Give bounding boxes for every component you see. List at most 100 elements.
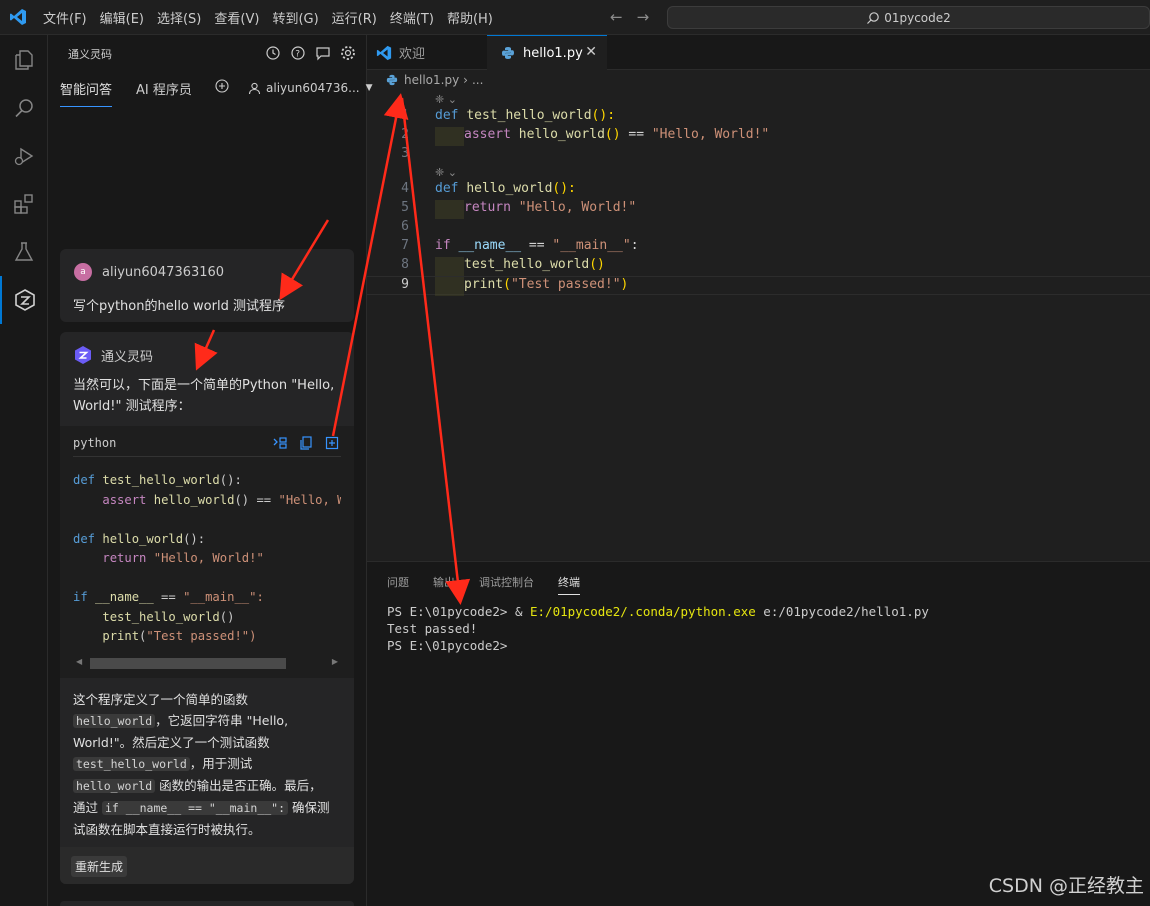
tab-smart-qa[interactable]: 智能问答 xyxy=(60,79,113,107)
history-icon[interactable] xyxy=(264,44,282,62)
snippet-line: def test_hello_world(): xyxy=(73,471,341,491)
user-message-text: 写个python的hello world 测试程序 xyxy=(73,299,285,314)
breadcrumb: hello1.py › ... xyxy=(386,73,483,87)
regenerate-button[interactable]: 重新生成 xyxy=(71,856,128,877)
menu-help[interactable]: 帮助(H) xyxy=(447,8,493,27)
snippet-line: assert hello_world() == "Hello, Wo xyxy=(73,491,341,511)
code-token: "__main__": xyxy=(183,590,264,604)
settings-gear-icon[interactable] xyxy=(339,44,357,62)
scroll-right-icon[interactable]: ▶ xyxy=(332,657,338,666)
code-token: test_hello_world xyxy=(102,473,220,487)
line-number: 8 xyxy=(401,257,409,272)
code-token: ( xyxy=(503,277,511,292)
search-text: 01pycode2 xyxy=(884,10,951,25)
code-token: hello_world xyxy=(518,127,605,142)
tab-debug-console[interactable]: 调试控制台 xyxy=(479,574,534,595)
search-activity-icon[interactable] xyxy=(0,84,48,132)
menu-go[interactable]: 转到(G) xyxy=(272,8,318,27)
tongyi-lingma-icon[interactable] xyxy=(0,276,48,324)
explain-line-7: 试函数在脚本直接运行时被执行。 xyxy=(73,819,345,840)
code-text: test_hello_world() xyxy=(435,257,605,276)
code-horizontal-scrollbar[interactable]: ◀ ▶ xyxy=(76,657,338,669)
tongyi-logo-icon xyxy=(75,346,91,364)
code-token: def xyxy=(73,473,103,487)
indent-guide xyxy=(435,277,464,296)
sidebar-tabs: 智能问答 AI 程序员 aliyun604736... ▼ xyxy=(48,73,373,107)
terminal-output[interactable]: PS E:\01pycode2> & E:/01pycode2/.conda/p… xyxy=(387,603,929,654)
explorer-icon[interactable] xyxy=(0,36,48,84)
code-token: assert xyxy=(102,492,154,507)
tab-welcome[interactable]: 欢迎 xyxy=(367,35,486,70)
lingma-codelens-icon[interactable]: ❈ ⌄ xyxy=(435,93,457,109)
user-account[interactable]: aliyun604736... ▼ xyxy=(248,81,373,95)
code-token: () xyxy=(604,127,621,142)
run-debug-icon[interactable] xyxy=(0,132,48,180)
line-number: 1 xyxy=(401,108,409,123)
code-token: == xyxy=(620,127,652,142)
code-token: def xyxy=(73,531,103,546)
terminal-exe: E:/01pycode2/.conda/python.exe xyxy=(530,604,756,619)
code-line-current: 9 print("Test passed!") xyxy=(367,276,1150,296)
tab-ai-programmer[interactable]: AI 程序员 xyxy=(136,79,192,98)
tab-problems[interactable]: 问题 xyxy=(387,574,409,595)
tongyi-sidebar: 通义灵码 ? 智能问答 AI 程序员 aliyun604736... ▼ a a… xyxy=(48,35,373,906)
new-chat-plus-icon[interactable] xyxy=(215,79,229,97)
code-token: print xyxy=(102,629,140,643)
explain-text: 这个程序定义了一个简单的函数 xyxy=(73,692,249,707)
code-token: hello_world xyxy=(153,492,235,507)
menu-selection[interactable]: 选择(S) xyxy=(157,8,201,27)
tab-terminal[interactable]: 终端 xyxy=(558,574,580,595)
code-token: test_hello_world xyxy=(102,609,220,624)
code-line: 2 assert hello_world() == "Hello, World!" xyxy=(367,127,1150,146)
csdn-watermark: CSDN @正经教主 xyxy=(988,875,1144,897)
breadcrumb-file[interactable]: hello1.py xyxy=(404,73,459,87)
menu-edit[interactable]: 编辑(E) xyxy=(100,8,144,27)
menu-file[interactable]: 文件(F) xyxy=(43,8,87,27)
code-lang-label: python xyxy=(73,436,117,450)
breadcrumb-more[interactable]: ... xyxy=(472,73,483,87)
scroll-left-icon[interactable]: ◀ xyxy=(76,657,82,666)
help-icon[interactable]: ? xyxy=(289,44,307,62)
user-name-short: aliyun604736... xyxy=(266,81,360,95)
code-token: return xyxy=(102,551,154,565)
forward-arrow-icon[interactable]: → xyxy=(637,8,650,26)
inline-code: hello_world xyxy=(73,714,156,728)
code-token: "Hello, World!" xyxy=(153,551,264,565)
code-editor[interactable]: ❈ ⌄ 1 def test_hello_world(): 2 assert hel… xyxy=(367,90,1150,560)
lingma-codelens-icon[interactable]: ❈ ⌄ xyxy=(435,166,457,182)
avatar: a xyxy=(74,263,92,281)
code-token: if xyxy=(73,590,96,604)
menu-terminal[interactable]: 终端(T) xyxy=(390,8,434,27)
insert-code-icon[interactable] xyxy=(272,435,288,455)
tab-output[interactable]: 输出 xyxy=(433,574,455,595)
line-number: 5 xyxy=(401,200,409,215)
menu-run[interactable]: 运行(R) xyxy=(332,8,377,27)
explain-text: ，用于测试 xyxy=(189,756,253,771)
explain-line-1: 这个程序定义了一个简单的函数 xyxy=(73,689,345,710)
copy-code-icon[interactable] xyxy=(298,435,314,455)
terminal-amp: & xyxy=(514,604,530,619)
tab-hello1-py[interactable]: hello1.py ✕ xyxy=(487,35,607,70)
code-token: test_hello_world xyxy=(464,257,590,272)
code-block: python def test_hello_world(): assert he… xyxy=(60,426,354,678)
feedback-icon[interactable] xyxy=(314,44,332,62)
code-token: if xyxy=(435,238,459,253)
code-token: ) xyxy=(620,277,629,292)
bottom-panel: 问题 输出 调试控制台 终端 PS E:\01pycode2> & E:/01p… xyxy=(367,561,1150,906)
assistant-message-card: 通义灵码 当然可以，下面是一个简单的Python "Hello, World!"… xyxy=(60,332,354,884)
back-arrow-icon[interactable]: ← xyxy=(610,8,623,26)
menu-view[interactable]: 查看(V) xyxy=(214,8,259,27)
command-center-search[interactable]: 01pycode2 xyxy=(667,6,1150,29)
extensions-icon[interactable] xyxy=(0,180,48,228)
explain-line-4: test_hello_world ，用于测试 xyxy=(73,753,345,775)
close-tab-icon[interactable]: ✕ xyxy=(585,44,597,60)
code-token: "Test passed!" xyxy=(510,277,621,292)
panel-tabs: 问题 输出 调试控制台 终端 xyxy=(387,574,604,595)
testing-flask-icon[interactable] xyxy=(0,228,48,276)
new-file-code-icon[interactable] xyxy=(324,435,340,455)
scrollbar-thumb[interactable] xyxy=(90,658,286,669)
terminal-arg: e:/01pycode2/hello1.py xyxy=(755,604,929,619)
chevron-right-icon: › xyxy=(463,73,468,87)
code-line: 7 if __name__ == "__main__": xyxy=(367,238,1150,257)
explain-text: ，它返回字符串 "Hello, xyxy=(155,713,289,728)
